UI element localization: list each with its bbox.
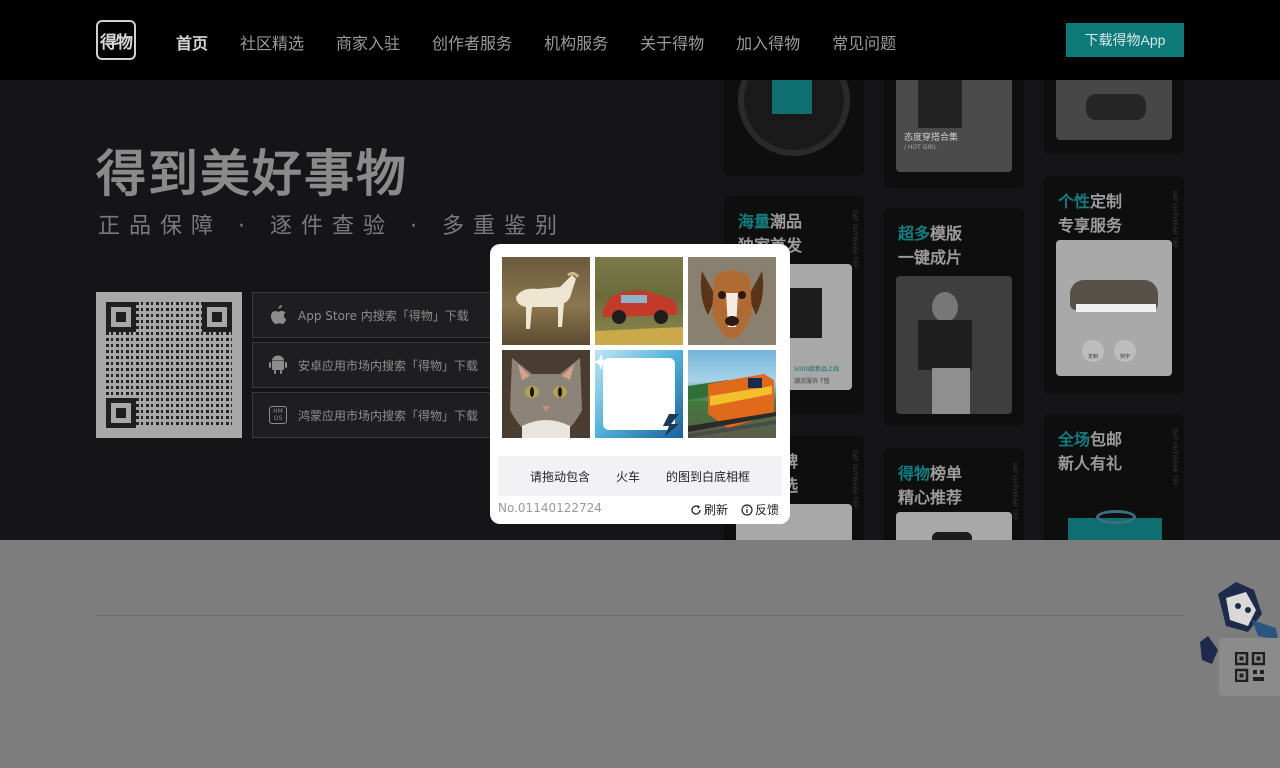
- captcha-tile-train[interactable]: [688, 350, 776, 438]
- promo-card-box[interactable]: [724, 80, 864, 176]
- info-icon: [741, 503, 753, 516]
- refresh-icon: [691, 504, 701, 515]
- dewu-logo[interactable]: 得物: [96, 20, 136, 60]
- promo-card-ranking[interactable]: 得物榜单 精心推荐 DAT OUTWEAR TRP: [884, 448, 1024, 540]
- captcha-target-label: 火车: [616, 469, 641, 484]
- captcha-feedback-button[interactable]: 反馈: [741, 501, 779, 518]
- harmonyos-store-label: 鸿蒙应用市场内搜索「得物」下载: [298, 408, 479, 423]
- qr-code-icon: [1234, 652, 1265, 682]
- nav-institution[interactable]: 机构服务: [544, 30, 608, 54]
- captcha-refresh-button[interactable]: 刷新: [690, 501, 728, 518]
- hero-subtitle: 正品保障 · 逐件查验 · 多重鉴别: [98, 214, 566, 239]
- download-qr-code: [96, 292, 242, 438]
- nav-merchant[interactable]: 商家入驻: [336, 30, 400, 54]
- app-store-button[interactable]: App Store 内搜索「得物」下载: [252, 292, 492, 338]
- captcha-instruction: 请拖动包含 火车 的图到白底相框: [498, 456, 782, 496]
- hero-title: 得到美好事物: [96, 145, 408, 203]
- captcha-tile-car[interactable]: [595, 257, 683, 345]
- top-nav: 得物 首页 社区精选 商家入驻 创作者服务 机构服务 关于得物 加入得物 常见问…: [0, 0, 1280, 80]
- captcha-footer: No.01140122724 刷新 反馈: [498, 501, 782, 517]
- captcha-prompt-prefix: 请拖动包含: [530, 469, 591, 484]
- android-icon: [267, 354, 289, 376]
- promo-card-custom[interactable]: 个性定制 专享服务 DAT OUTWEAR TRP 定制 刻字: [1044, 176, 1184, 394]
- captcha-tile-white-frame[interactable]: [595, 350, 683, 438]
- promo-card-shoes[interactable]: [1044, 80, 1184, 154]
- captcha-tile-dog[interactable]: [688, 257, 776, 345]
- promo-card-templates[interactable]: 超多模版 一键成片: [884, 208, 1024, 426]
- download-app-button[interactable]: 下载得物App: [1066, 23, 1184, 57]
- nav-community[interactable]: 社区精选: [240, 30, 304, 54]
- android-store-label: 安卓应用市场内搜索「得物」下载: [298, 358, 479, 373]
- footer-divider: [96, 615, 1184, 616]
- apple-icon: [267, 304, 289, 326]
- captcha-tile-horse[interactable]: [502, 257, 590, 345]
- promo-card-outfit[interactable]: 态度穿搭合集 / HOT GIRL: [884, 80, 1024, 188]
- nav-creator[interactable]: 创作者服务: [432, 30, 512, 54]
- captcha-image-grid: [502, 257, 778, 439]
- app-store-label: App Store 内搜索「得物」下载: [298, 308, 469, 323]
- nav-home[interactable]: 首页: [176, 30, 208, 54]
- promo-card-free-shipping[interactable]: 全场包邮 新人有礼 DAT OUTWEAR TRP: [1044, 414, 1184, 540]
- nav-join[interactable]: 加入得物: [736, 30, 800, 54]
- nav-about[interactable]: 关于得物: [640, 30, 704, 54]
- nav-faq[interactable]: 常见问题: [832, 30, 896, 54]
- android-store-button[interactable]: 安卓应用市场内搜索「得物」下载: [252, 342, 492, 388]
- harmonyos-store-button[interactable]: HM OS 鸿蒙应用市场内搜索「得物」下载: [252, 392, 492, 438]
- floating-qr-button[interactable]: [1219, 638, 1280, 696]
- harmonyos-icon: HM OS: [267, 404, 289, 426]
- captcha-prompt-suffix: 的图到白底相框: [666, 469, 751, 484]
- nav-links: 首页 社区精选 商家入驻 创作者服务 机构服务 关于得物 加入得物 常见问题: [176, 30, 928, 54]
- captcha-id: No.01140122724: [498, 501, 602, 515]
- captcha-dialog: 请拖动包含 火车 的图到白底相框 No.01140122724 刷新 反馈: [490, 244, 790, 524]
- captcha-tile-cat[interactable]: [502, 350, 590, 438]
